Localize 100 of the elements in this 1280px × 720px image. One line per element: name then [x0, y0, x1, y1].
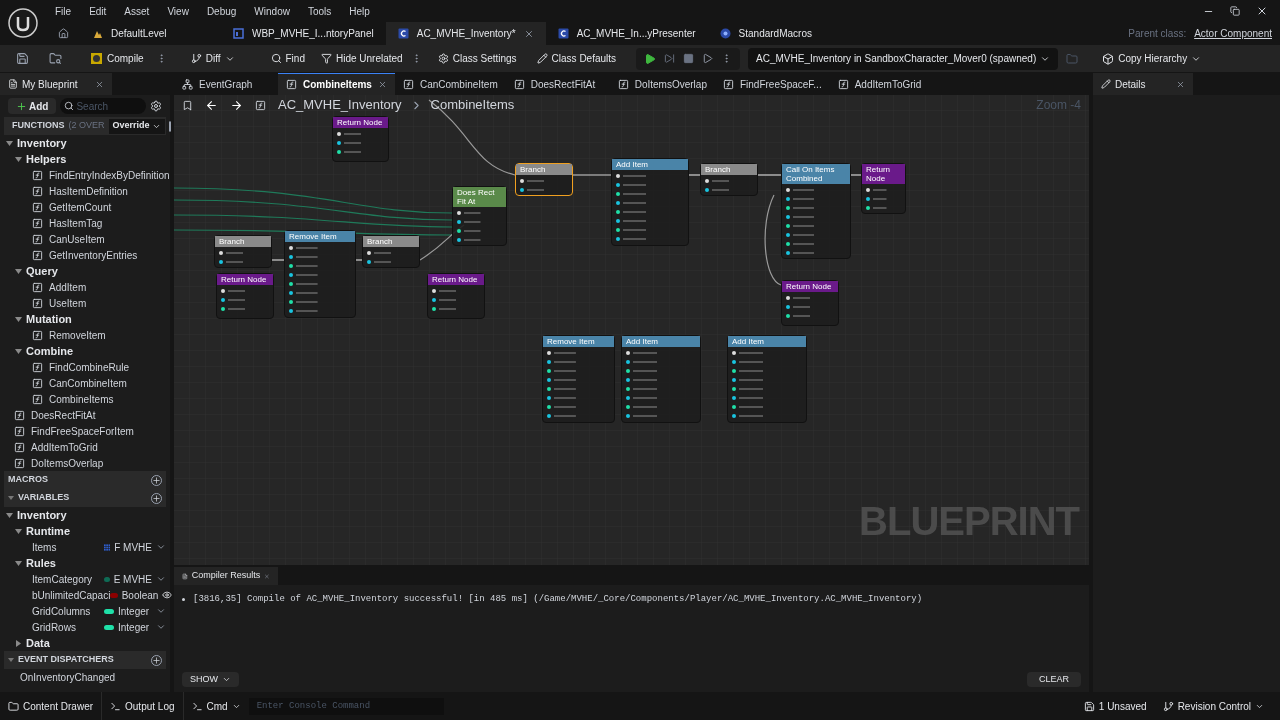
variable-item[interactable]: ItemCategory [32, 571, 93, 587]
chevron-icon[interactable] [156, 574, 166, 584]
variable-item[interactable]: Items [32, 539, 57, 555]
function-item[interactable]: DoesRectFitAt [31, 407, 96, 423]
close-tab-icon[interactable] [523, 28, 534, 39]
function-item[interactable]: HasItemDefinition [49, 183, 128, 199]
function-item[interactable]: CombineItems [49, 391, 114, 407]
variable-item[interactable]: GridColumns [32, 603, 91, 619]
category-label[interactable]: Query [26, 262, 58, 280]
expander-icon[interactable] [6, 139, 13, 147]
graph-node[interactable]: Return Node [216, 273, 274, 319]
asset-tab[interactable]: WBP_MVHE_I...ntoryPanel [221, 22, 386, 45]
close-tab-icon[interactable] [377, 80, 387, 89]
breadcrumb-item[interactable]: CombineItems [430, 95, 515, 115]
menu-item[interactable]: Tools [298, 3, 341, 19]
graph-node[interactable]: Remove Item [284, 230, 356, 318]
graph-tab[interactable]: EventGraph [174, 73, 278, 95]
expander-icon[interactable] [15, 639, 22, 647]
category-label[interactable]: Mutation [26, 310, 72, 328]
collapse-icon[interactable] [8, 657, 14, 663]
asset-tab[interactable]: AC_MVHE_In...yPresenter [545, 22, 708, 45]
graph-tab[interactable]: FindFreeSpaceF... [714, 73, 830, 95]
category-label[interactable]: Inventory [17, 506, 67, 524]
function-item[interactable]: FindFreeSpaceForItem [31, 423, 134, 439]
add-icon[interactable] [151, 492, 162, 504]
save-icon[interactable] [16, 52, 29, 65]
home-icon[interactable] [58, 28, 69, 39]
expander-icon[interactable] [15, 559, 22, 567]
asset-tab[interactable]: StandardMacros [707, 22, 848, 45]
close-icon[interactable] [1256, 5, 1268, 17]
graph-node[interactable]: Return Node [781, 280, 839, 326]
engine-logo[interactable] [8, 7, 38, 38]
menu-item[interactable]: View [158, 3, 198, 19]
graph-tab[interactable]: CanCombineItem [394, 73, 506, 95]
graph-tab[interactable]: CombineItems [278, 73, 395, 95]
menu-item[interactable]: Window [245, 3, 299, 19]
function-item[interactable]: GetInventoryEntries [49, 247, 138, 263]
parent-class-link[interactable]: Actor Component [1194, 26, 1272, 41]
menu-item[interactable]: Help [340, 3, 379, 19]
section-header[interactable]: VARIABLES [4, 489, 166, 507]
hide-unrelated-button[interactable]: Hide Unrelated [316, 51, 407, 66]
clear-button[interactable]: CLEAR [1027, 672, 1081, 687]
forward-icon[interactable] [230, 98, 243, 112]
play-icon[interactable] [644, 52, 657, 65]
panel-tab[interactable]: My Blueprint [0, 73, 112, 95]
function-item[interactable]: AddItem [49, 279, 87, 295]
expander-icon[interactable] [15, 527, 22, 535]
variable-item[interactable]: GridRows [32, 619, 76, 635]
expander-icon[interactable] [15, 267, 22, 275]
function-item[interactable]: FindEntryIndexByDefinition [49, 167, 170, 183]
graph-node[interactable]: Add Item [621, 335, 701, 423]
graph-node[interactable]: Add Item [727, 335, 807, 423]
graph-node[interactable]: Call On Items Combined [781, 163, 851, 259]
step-icon[interactable] [664, 53, 676, 64]
bookmark-icon[interactable] [182, 99, 193, 111]
browse-icon[interactable] [49, 52, 62, 65]
dispatcher-item[interactable]: OnInventoryChanged [20, 669, 116, 685]
graph-node[interactable]: Remove Item [542, 335, 615, 423]
content-drawer-button[interactable]: Content Drawer [0, 692, 103, 720]
add-icon[interactable] [151, 474, 162, 486]
override-dropdown[interactable]: Override [108, 118, 165, 134]
class-defaults-button[interactable]: Class Defaults [528, 51, 625, 66]
expander-icon[interactable] [15, 347, 22, 355]
stop-icon[interactable] [683, 53, 695, 64]
function-item[interactable]: FindCombineRule [49, 359, 130, 375]
show-button[interactable]: SHOW [182, 672, 239, 687]
category-label[interactable]: Rules [26, 554, 56, 572]
section-header[interactable]: EVENT DISPATCHERS [4, 651, 166, 669]
category-label[interactable]: Data [26, 634, 50, 652]
debug-object-dropdown[interactable]: AC_MVHE_Inventory in SandboxCharacter_Mover0 (spawned) [748, 47, 1059, 70]
close-tab-icon[interactable] [95, 79, 104, 89]
diff-button[interactable]: Diff [182, 51, 243, 66]
category-label[interactable]: Runtime [26, 522, 70, 540]
menu-item[interactable]: File [46, 3, 81, 19]
section-header[interactable]: MACROS [4, 471, 166, 489]
add-button[interactable]: Add [8, 98, 57, 114]
menu-item[interactable]: Asset [115, 3, 159, 19]
expander-icon[interactable] [6, 511, 13, 519]
chevron-icon[interactable] [156, 622, 166, 632]
expander-icon[interactable] [15, 315, 22, 323]
menu-item[interactable]: Edit [80, 3, 116, 19]
graph-tab[interactable]: DoesRectFitAt [505, 73, 610, 95]
function-item[interactable]: GetItemCount [49, 199, 112, 215]
copy-hierarchy-button[interactable]: Copy Hierarchy [1094, 51, 1210, 66]
asset-tab[interactable]: AC_MVHE_Inventory* [385, 22, 546, 45]
chevron-icon[interactable] [156, 542, 166, 552]
function-item[interactable]: CanCombineItem [49, 375, 127, 391]
console-input[interactable]: Enter Console Command [248, 697, 444, 715]
graph-node[interactable]: Return Node [427, 273, 485, 319]
panel-tab[interactable]: Compiler Results [174, 567, 278, 585]
breadcrumb-item[interactable]: AC_MVHE_Inventory [278, 95, 402, 115]
graph-tab[interactable]: DoItemsOverlap [609, 73, 715, 95]
chevron-icon[interactable] [156, 606, 166, 616]
revision-control-button[interactable]: Revision Control [1154, 698, 1272, 714]
settings-icon[interactable] [150, 100, 162, 112]
expander-icon[interactable] [15, 155, 22, 163]
graph-node[interactable]: Return Node [861, 163, 906, 214]
category-label[interactable]: Inventory [17, 134, 67, 152]
panel-tab[interactable]: Details [1093, 73, 1193, 95]
restore-icon[interactable] [1230, 6, 1240, 16]
